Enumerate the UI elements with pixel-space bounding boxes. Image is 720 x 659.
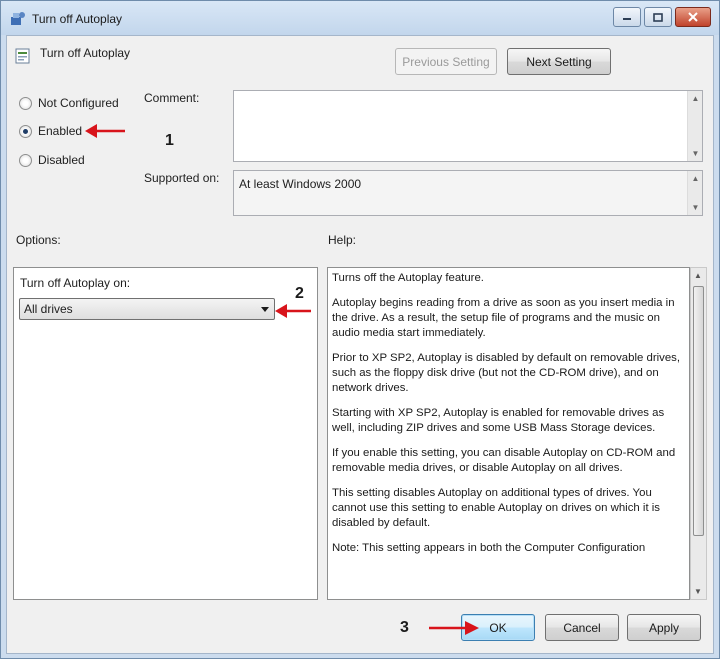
maximize-icon xyxy=(653,12,663,22)
close-button[interactable] xyxy=(675,7,711,27)
help-text: Turns off the Autoplay feature. Autoplay… xyxy=(332,271,687,566)
minimize-icon xyxy=(623,18,631,20)
radio-disabled-circle[interactable] xyxy=(19,153,32,167)
scroll-up-icon[interactable]: ▲ xyxy=(688,174,703,183)
title-bar[interactable]: Turn off Autoplay xyxy=(1,1,719,35)
radio-not-configured[interactable]: Not Configured xyxy=(19,96,119,110)
autoplay-field-label: Turn off Autoplay on: xyxy=(20,276,131,290)
group-policy-icon xyxy=(11,12,25,25)
radio-not-configured-label: Not Configured xyxy=(38,96,119,110)
setting-icon xyxy=(15,48,30,64)
cancel-button[interactable]: Cancel xyxy=(545,614,619,641)
close-icon xyxy=(688,12,698,22)
radio-enabled[interactable]: Enabled xyxy=(19,124,82,138)
setting-name: Turn off Autoplay xyxy=(40,46,131,60)
comment-label: Comment: xyxy=(144,91,200,105)
supported-on-box: At least Windows 2000 ▲ ▼ xyxy=(233,170,703,216)
scroll-up-icon[interactable]: ▲ xyxy=(688,94,703,103)
radio-enabled-circle[interactable] xyxy=(19,124,32,138)
scroll-down-icon[interactable]: ▼ xyxy=(694,587,702,596)
dialog-window: Turn off Autoplay Turn off Autoplay Prev… xyxy=(0,0,720,659)
apply-button[interactable]: Apply xyxy=(627,614,701,641)
scroll-up-icon[interactable]: ▲ xyxy=(694,271,702,280)
supported-scrollbar[interactable]: ▲ ▼ xyxy=(687,171,702,215)
help-paragraph: Prior to XP SP2, Autoplay is disabled by… xyxy=(332,352,681,394)
comment-scrollbar[interactable]: ▲ ▼ xyxy=(687,91,702,161)
comment-textarea[interactable]: ▲ ▼ xyxy=(233,90,703,162)
help-scrollbar[interactable]: ▲ ▼ xyxy=(690,267,707,600)
scroll-down-icon[interactable]: ▼ xyxy=(688,203,703,212)
chevron-down-icon xyxy=(261,307,269,312)
help-paragraph: Note: This setting appears in both the C… xyxy=(332,542,646,554)
help-paragraph: If you enable this setting, you can disa… xyxy=(332,447,676,474)
help-pane: Turns off the Autoplay feature. Autoplay… xyxy=(327,267,690,600)
maximize-button[interactable] xyxy=(644,7,672,27)
annotation-arrow-left-icon xyxy=(85,124,125,138)
radio-disabled[interactable]: Disabled xyxy=(19,153,85,167)
radio-disabled-label: Disabled xyxy=(38,153,85,167)
scroll-down-icon[interactable]: ▼ xyxy=(688,149,703,158)
annotation-arrow-left-icon xyxy=(275,304,311,318)
autoplay-drives-select[interactable]: All drives xyxy=(19,298,275,320)
next-setting-button[interactable]: Next Setting xyxy=(507,48,611,75)
supported-on-label: Supported on: xyxy=(144,171,220,185)
annotation-step-2: 2 xyxy=(295,285,304,302)
minimize-button[interactable] xyxy=(613,7,641,27)
help-paragraph: Autoplay begins reading from a drive as … xyxy=(332,297,675,339)
radio-not-configured-circle[interactable] xyxy=(19,96,32,110)
dialog-client: Turn off Autoplay Previous Setting Next … xyxy=(6,35,714,654)
annotation-step-3: 3 xyxy=(400,619,409,636)
help-label: Help: xyxy=(328,233,357,247)
help-paragraph: Starting with XP SP2, Autoplay is enable… xyxy=(332,407,665,434)
window-title: Turn off Autoplay xyxy=(32,12,123,26)
options-label: Options: xyxy=(16,233,61,247)
radio-enabled-label: Enabled xyxy=(38,124,83,138)
supported-on-value: At least Windows 2000 xyxy=(239,177,362,191)
annotation-arrow-right-icon xyxy=(429,621,479,635)
previous-setting-button[interactable]: Previous Setting xyxy=(395,48,497,75)
help-paragraph: Turns off the Autoplay feature. xyxy=(332,272,484,284)
annotation-step-1: 1 xyxy=(165,132,174,149)
scroll-thumb[interactable] xyxy=(693,286,704,536)
help-paragraph: This setting disables Autoplay on additi… xyxy=(332,487,660,529)
select-value: All drives xyxy=(24,302,73,316)
